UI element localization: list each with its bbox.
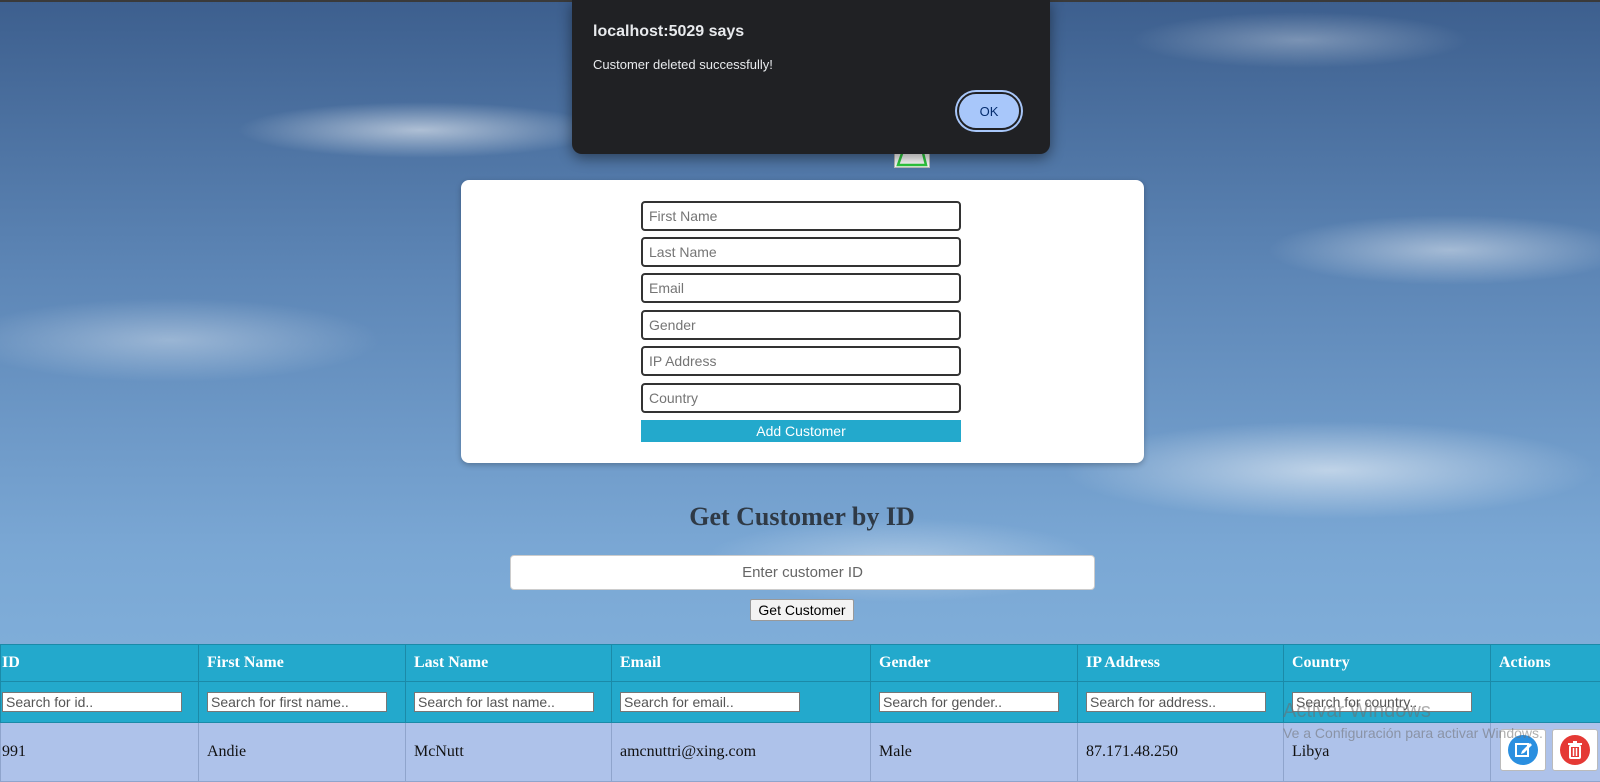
watermark-title: Activar Windows: [1283, 700, 1543, 723]
country-field[interactable]: [641, 383, 961, 413]
filter-id-input[interactable]: [2, 692, 182, 712]
cell-last-name: McNutt: [406, 723, 612, 782]
header-country[interactable]: Country: [1284, 645, 1491, 682]
add-customer-button[interactable]: Add Customer: [641, 420, 961, 442]
cell-ip-address: 87.171.48.250: [1078, 723, 1284, 782]
trash-icon: [1560, 735, 1590, 765]
header-email[interactable]: Email: [612, 645, 871, 682]
cell-first-name: Andie: [199, 723, 406, 782]
last-name-field[interactable]: [641, 237, 961, 267]
dialog-title: localhost:5029 says: [593, 23, 744, 41]
add-customer-form: Add Customer: [461, 180, 1144, 463]
windows-activation-watermark: Activar Windows Ve a Configuración para …: [1283, 700, 1543, 741]
header-last-name[interactable]: Last Name: [406, 645, 612, 682]
cell-gender: Male: [871, 723, 1078, 782]
filter-first-name-input[interactable]: [207, 692, 387, 712]
get-customer-title: Get Customer by ID: [600, 502, 1004, 532]
cell-email: amcnuttri@xing.com: [612, 723, 871, 782]
header-first-name[interactable]: First Name: [199, 645, 406, 682]
dialog-message: Customer deleted successfully!: [593, 57, 773, 72]
filter-last-name-input[interactable]: [414, 692, 594, 712]
alert-dialog: localhost:5029 says Customer deleted suc…: [572, 0, 1050, 154]
customer-id-input[interactable]: [510, 555, 1095, 590]
delete-customer-button[interactable]: [1552, 729, 1598, 771]
filter-gender-input[interactable]: [879, 692, 1059, 712]
ip-address-field[interactable]: [641, 346, 961, 376]
gender-field[interactable]: [641, 310, 961, 340]
header-ip-address[interactable]: IP Address: [1078, 645, 1284, 682]
email-field[interactable]: [641, 273, 961, 303]
header-actions: Actions: [1491, 645, 1600, 682]
dialog-ok-button[interactable]: OK: [957, 92, 1021, 130]
header-gender[interactable]: Gender: [871, 645, 1078, 682]
get-customer-button[interactable]: Get Customer: [750, 599, 854, 621]
first-name-field[interactable]: [641, 201, 961, 231]
filter-address-input[interactable]: [1086, 692, 1266, 712]
table-header-row: ID First Name Last Name Email Gender IP …: [1, 645, 1600, 682]
header-id[interactable]: ID: [1, 645, 199, 682]
cell-id: 991: [1, 723, 199, 782]
watermark-subtitle: Ve a Configuración para activar Windows.: [1283, 725, 1543, 741]
filter-email-input[interactable]: [620, 692, 800, 712]
